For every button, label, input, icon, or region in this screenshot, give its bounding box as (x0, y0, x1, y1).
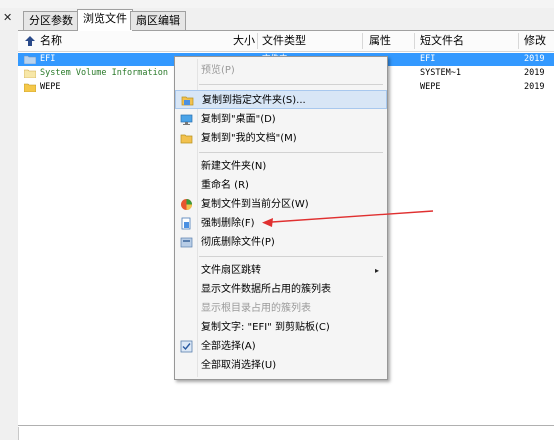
column-modified[interactable]: 修改 (524, 31, 546, 51)
side-panel: ✕ (0, 8, 19, 440)
file-short-name: SYSTEM~1 (420, 68, 461, 78)
column-size[interactable]: 大小 (233, 31, 255, 51)
file-modified: 2019 (524, 68, 545, 78)
menu-item-select-all[interactable]: 全部选择(A) (175, 337, 387, 356)
tab-browse-files[interactable]: 浏览文件 (77, 9, 133, 31)
up-arrow-icon[interactable] (24, 35, 36, 47)
file-short-name: EFI (420, 54, 436, 64)
menu-item-sector-jump[interactable]: 文件扇区跳转 ▸ (175, 261, 387, 280)
column-header: 名称 大小 文件类型 属性 短文件名 修改 (18, 31, 554, 52)
menu-item-copy-to-desktop[interactable]: 复制到"桌面"(D) (175, 110, 387, 129)
menu-item-copy-to-folder[interactable]: 复制到指定文件夹(S)... (175, 90, 387, 109)
menu-item-deselect-all[interactable]: 全部取消选择(U) (175, 356, 387, 375)
file-name: WEPE (40, 82, 61, 92)
close-icon[interactable]: ✕ (3, 11, 12, 24)
tab-partition-params[interactable]: 分区参数 (23, 11, 79, 30)
documents-folder-icon (180, 134, 193, 144)
menu-item-rename[interactable]: 重命名 (R) (175, 176, 387, 195)
menu-item-wipe-delete[interactable]: 彻底删除文件(P) (175, 233, 387, 252)
menu-item-new-folder[interactable]: 新建文件夹(N) (175, 157, 387, 176)
menu-item-copy-text[interactable]: 复制文字: "EFI" 到剪贴板(C) (175, 318, 387, 337)
file-modified: 2019 (524, 82, 545, 92)
menu-item-force-delete[interactable]: 强制删除(F) (175, 214, 387, 233)
folder-icon (24, 83, 36, 92)
column-type[interactable]: 文件类型 (262, 31, 306, 51)
folder-icon (24, 69, 36, 78)
menu-item-copy-to-documents[interactable]: 复制到"我的文档"(M) (175, 129, 387, 148)
checkbox-icon (180, 340, 193, 353)
desktop-icon (180, 114, 193, 125)
menu-item-show-root-clusters[interactable]: 显示根目录占用的簇列表 (175, 299, 387, 318)
file-name: EFI (40, 54, 56, 64)
wipe-icon (180, 237, 193, 248)
column-short-name[interactable]: 短文件名 (420, 31, 464, 51)
column-name[interactable]: 名称 (40, 31, 62, 51)
column-attr[interactable]: 属性 (369, 31, 391, 51)
submenu-arrow-icon: ▸ (374, 266, 379, 275)
status-strip: ⠀ (0, 0, 554, 8)
tab-sector-edit[interactable]: 扇区编辑 (130, 11, 186, 30)
copy-to-folder-icon (181, 96, 194, 106)
tab-bar: 分区参数 浏览文件 扇区编辑 (18, 8, 554, 31)
file-name: System Volume Information (40, 68, 168, 78)
file-short-name: WEPE (420, 82, 441, 92)
menu-item-copy-to-partition[interactable]: 复制文件到当前分区(W) (175, 195, 387, 214)
divider (18, 425, 554, 426)
menu-item-preview[interactable]: 预览(P) (175, 61, 387, 80)
context-menu: 预览(P) 复制到指定文件夹(S)... 复制到"桌面"(D) 复制到"我的文档… (174, 56, 388, 380)
menu-item-show-file-clusters[interactable]: 显示文件数据所占用的簇列表 (175, 280, 387, 299)
file-modified: 2019 (524, 54, 545, 64)
folder-icon (24, 55, 36, 64)
partition-icon (181, 199, 192, 210)
force-delete-icon (181, 217, 191, 230)
